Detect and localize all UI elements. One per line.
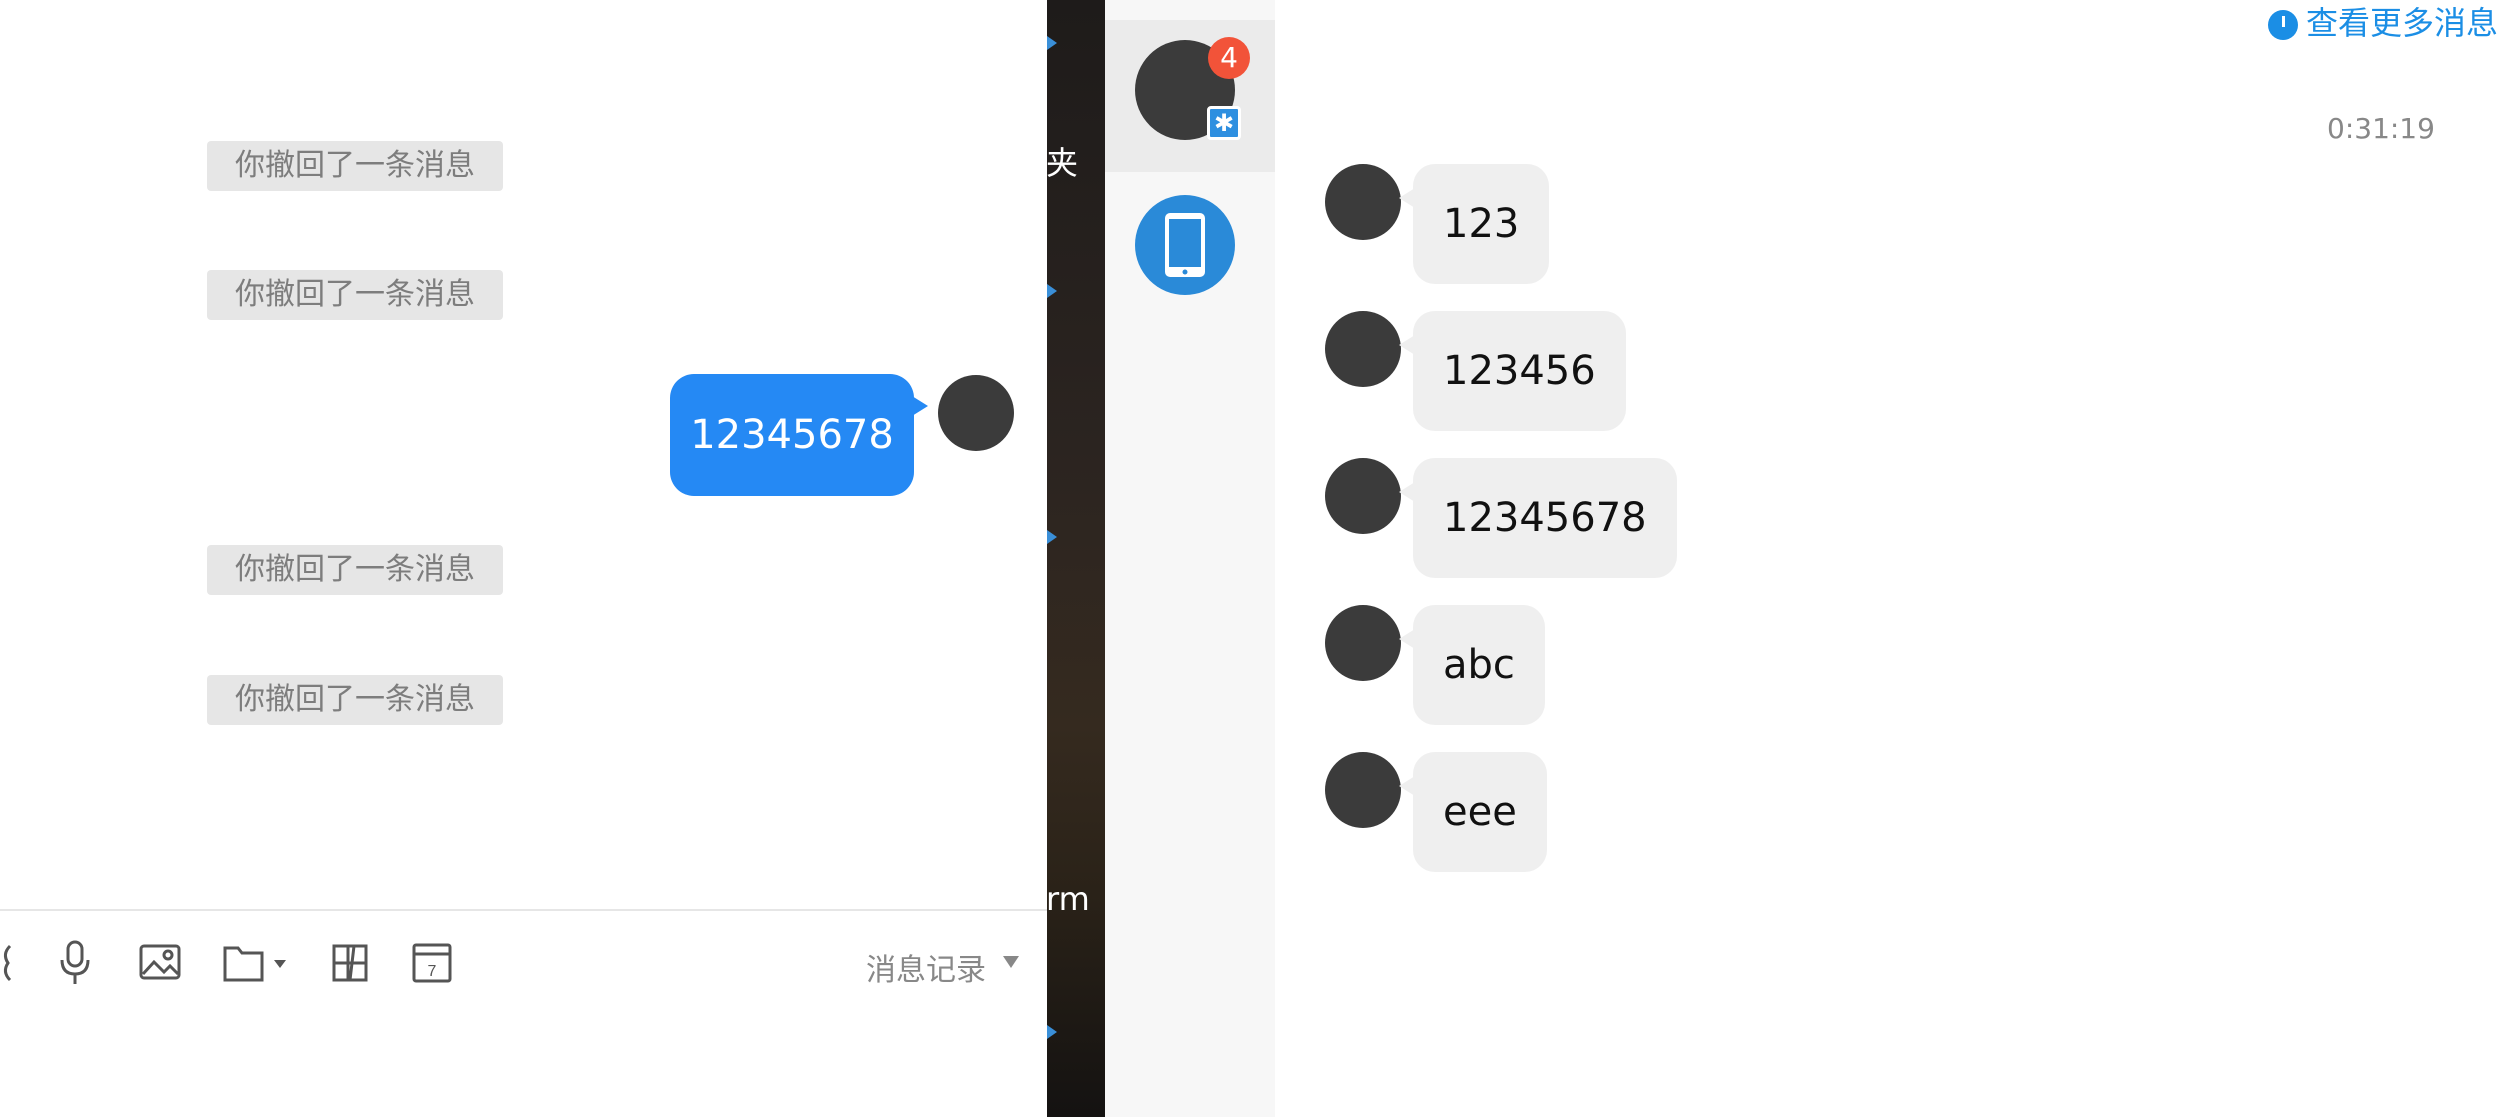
calendar-icon[interactable]: 7 [410, 938, 454, 988]
recalled-notice: 你撤回了一条消息 [207, 675, 503, 725]
shortcut-arrow-icon [1047, 530, 1057, 544]
sender-avatar[interactable] [1325, 311, 1401, 387]
my-device-avatar[interactable] [1135, 195, 1235, 295]
desktop-label: 夹 [1046, 144, 1079, 182]
shortcut-arrow-icon [1047, 36, 1057, 50]
sender-avatar[interactable] [1325, 605, 1401, 681]
clock-icon [2268, 10, 2298, 40]
image-icon[interactable] [138, 938, 182, 988]
received-message-bubble[interactable]: 12345678 [1399, 458, 1677, 578]
unread-badge: 4 [1208, 37, 1250, 79]
left-chat-window: 你撤回了一条消息 你撤回了一条消息 12345678 你撤回了一条消息 你撤回了… [0, 0, 1047, 1117]
received-message-bubble[interactable]: eee [1399, 752, 1547, 872]
shortcut-arrow-icon [1047, 284, 1057, 298]
my-avatar[interactable] [938, 375, 1014, 451]
input-divider [0, 909, 1047, 911]
recalled-notice: 你撤回了一条消息 [207, 141, 503, 191]
folder-icon[interactable] [222, 938, 292, 988]
screenshot-icon[interactable] [326, 938, 372, 988]
view-more-label: 查看更多消息 [2306, 4, 2499, 42]
tablet-icon [1165, 213, 1205, 277]
sender-avatar[interactable] [1325, 458, 1401, 534]
received-message-bubble[interactable]: abc [1399, 605, 1545, 725]
chevron-down-icon[interactable] [1003, 956, 1019, 968]
recalled-notice: 你撤回了一条消息 [207, 270, 503, 320]
sender-avatar[interactable] [1325, 164, 1401, 240]
received-message-bubble[interactable]: 123 [1398, 164, 1550, 284]
message-timestamp: 0:31:19 [2327, 112, 2435, 145]
sender-avatar[interactable] [1325, 752, 1401, 828]
sent-message-bubble[interactable]: 12345678 [670, 374, 928, 496]
star-icon: ✱ [1207, 106, 1241, 140]
desktop-label: rm [1046, 880, 1090, 918]
microphone-icon[interactable] [55, 938, 95, 988]
shortcut-arrow-icon [1047, 1025, 1057, 1039]
message-record-button[interactable]: 消息记录 [866, 945, 986, 989]
emoji-icon[interactable] [0, 938, 20, 988]
calendar-day: 7 [428, 963, 437, 980]
received-message-bubble[interactable]: 123456 [1399, 311, 1626, 431]
view-more-messages-link[interactable]: 查看更多消息 [2268, 0, 2498, 44]
recalled-notice: 你撤回了一条消息 [207, 545, 503, 595]
